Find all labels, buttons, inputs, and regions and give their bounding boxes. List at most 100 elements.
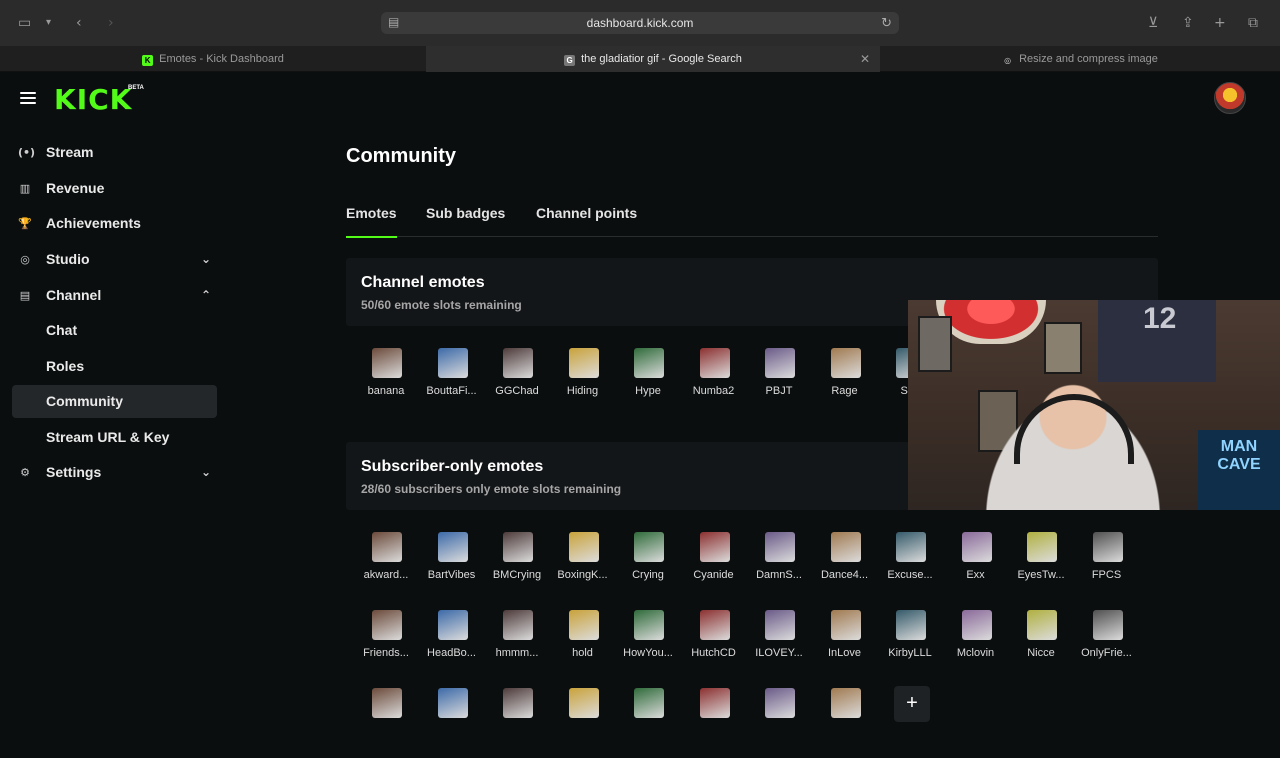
emote-item[interactable]: banana [353, 348, 419, 418]
google-favicon-icon: G [564, 55, 576, 66]
emote-thumbnail [961, 610, 992, 640]
emote-item[interactable]: BouttaFi... [419, 348, 485, 418]
sidebar-item-studio[interactable]: ◎ Studio ⌄ [12, 243, 217, 276]
sidebar-item-settings[interactable]: ⚙ Settings ⌄ [12, 456, 217, 489]
emote-thumbnail [634, 688, 664, 718]
add-emote-button[interactable]: + [894, 686, 930, 722]
emote-name: Rage [831, 385, 858, 397]
emote-item[interactable] [353, 688, 419, 758]
sidebar-item-stream-url-key[interactable]: Stream URL & Key [12, 421, 217, 454]
emote-item[interactable]: DamnS... [746, 532, 812, 602]
new-tab-icon[interactable]: + [1214, 14, 1226, 32]
emote-item[interactable]: HowYou... [615, 610, 681, 680]
emote-item[interactable]: BartVibes [419, 532, 485, 602]
emote-item[interactable]: HutchCD [681, 610, 747, 680]
emote-item[interactable]: Numba2 [681, 348, 747, 418]
emote-item[interactable]: KirbyLLL [877, 610, 943, 680]
emote-item[interactable]: HeadBo... [419, 610, 485, 680]
emote-thumbnail [634, 610, 664, 640]
sidebar-item-revenue[interactable]: ▥ Revenue [12, 172, 217, 205]
forward-icon[interactable]: › [108, 14, 114, 32]
kick-logo[interactable]: KICK [54, 83, 132, 116]
emote-item[interactable]: EyesTw... [1008, 532, 1074, 602]
emote-item[interactable] [550, 688, 616, 758]
emote-thumbnail [699, 610, 730, 640]
reload-icon[interactable]: ↻ [881, 15, 892, 31]
tab-overview-icon[interactable]: ⧉ [1248, 14, 1258, 32]
emote-item[interactable]: FPCS [1074, 532, 1140, 602]
emote-item[interactable]: GGChad [484, 348, 550, 418]
emote-thumbnail [568, 348, 599, 378]
tab-sub-badges[interactable]: Sub badges [426, 205, 505, 237]
sidebar-toggle-icon[interactable]: ▭ [18, 14, 31, 32]
tab-emotes[interactable]: Emotes [346, 205, 397, 238]
emote-item[interactable]: PBJT [746, 348, 812, 418]
user-avatar[interactable] [1214, 82, 1246, 114]
emote-item[interactable] [484, 688, 550, 758]
tab-kick-dashboard[interactable]: K Emotes - Kick Dashboard [0, 46, 426, 72]
url-text: dashboard.kick.com [586, 16, 694, 30]
emote-item[interactable]: Mclovin [943, 610, 1009, 680]
emote-item[interactable]: Hype [615, 348, 681, 418]
emote-thumbnail [830, 532, 861, 562]
tab-channel-points[interactable]: Channel points [536, 205, 637, 237]
chevron-down-icon[interactable]: ▾ [46, 14, 51, 32]
emote-item[interactable]: hmmm... [484, 610, 550, 680]
emote-thumbnail [699, 688, 730, 718]
emote-thumbnail [896, 610, 926, 640]
emote-item[interactable] [615, 688, 681, 758]
emote-name: FPCS [1091, 569, 1122, 581]
emote-item[interactable]: Excuse... [877, 532, 943, 602]
sidebar-item-roles[interactable]: Roles [12, 350, 217, 383]
tab-google-search[interactable]: Gthe gladiatior gif - Google Search [426, 46, 880, 72]
emote-name: Hype [635, 385, 661, 397]
sidebar-item-label: Stream URL & Key [46, 429, 170, 445]
emote-item[interactable]: ILOVEY... [746, 610, 812, 680]
emote-item[interactable] [746, 688, 812, 758]
close-tab-icon[interactable]: ✕ [860, 46, 870, 72]
emote-item[interactable]: Dance4... [812, 532, 878, 602]
emote-thumbnail [568, 688, 599, 718]
chevron-down-icon[interactable]: ⌄ [201, 456, 211, 489]
emote-name: ILOVEY... [755, 647, 803, 659]
sidebar-item-community[interactable]: Community [12, 385, 217, 418]
emote-thumbnail [1092, 532, 1123, 562]
section-subtitle: 28/60 subscribers only emote slots remai… [361, 482, 622, 496]
tab-resize-image[interactable]: ◎ Resize and compress image [880, 46, 1280, 72]
broadcast-icon: (•) [18, 146, 36, 159]
emote-name: Dance4... [820, 569, 869, 581]
sidebar-item-channel[interactable]: ▤ Channel ⌃ [12, 279, 217, 312]
kick-favicon-icon: K [142, 55, 154, 66]
emote-item[interactable]: Cyanide [681, 532, 747, 602]
emote-thumbnail [896, 532, 926, 562]
emote-item[interactable]: OnlyFrie... [1074, 610, 1140, 680]
back-icon[interactable]: ‹ [76, 14, 82, 32]
man-cave-sign: MAN CAVE [1198, 430, 1280, 510]
emote-name: PBJT [765, 385, 793, 397]
sidebar-item-chat[interactable]: Chat [12, 314, 217, 347]
sidebar-item-stream[interactable]: (•) Stream [12, 136, 217, 169]
emote-item[interactable]: BMCrying [484, 532, 550, 602]
emote-item[interactable]: akward... [353, 532, 419, 602]
sidebar-item-achievements[interactable]: 🏆 Achievements [12, 207, 217, 240]
emote-item[interactable]: Rage [812, 348, 878, 418]
emote-item[interactable] [419, 688, 485, 758]
emote-item[interactable]: InLove [812, 610, 878, 680]
emote-item[interactable] [812, 688, 878, 758]
address-bar[interactable]: ▤ dashboard.kick.com ↻ [381, 12, 899, 34]
download-icon[interactable]: ⊻ [1148, 14, 1158, 32]
emote-item[interactable]: hold [550, 610, 616, 680]
emote-item[interactable]: Crying [615, 532, 681, 602]
emote-item[interactable]: Friends... [353, 610, 419, 680]
menu-icon[interactable] [20, 92, 36, 104]
emote-item[interactable]: Hiding [550, 348, 616, 418]
chevron-down-icon[interactable]: ⌄ [201, 243, 211, 276]
emote-item[interactable]: Exx [943, 532, 1009, 602]
share-icon[interactable]: ⇪ [1182, 14, 1194, 32]
emote-thumbnail [765, 610, 795, 640]
chevron-up-icon[interactable]: ⌃ [201, 279, 211, 312]
emote-thumbnail [372, 348, 402, 378]
emote-item[interactable]: BoxingK... [550, 532, 616, 602]
emote-item[interactable]: Nicce [1008, 610, 1074, 680]
emote-item[interactable] [681, 688, 747, 758]
